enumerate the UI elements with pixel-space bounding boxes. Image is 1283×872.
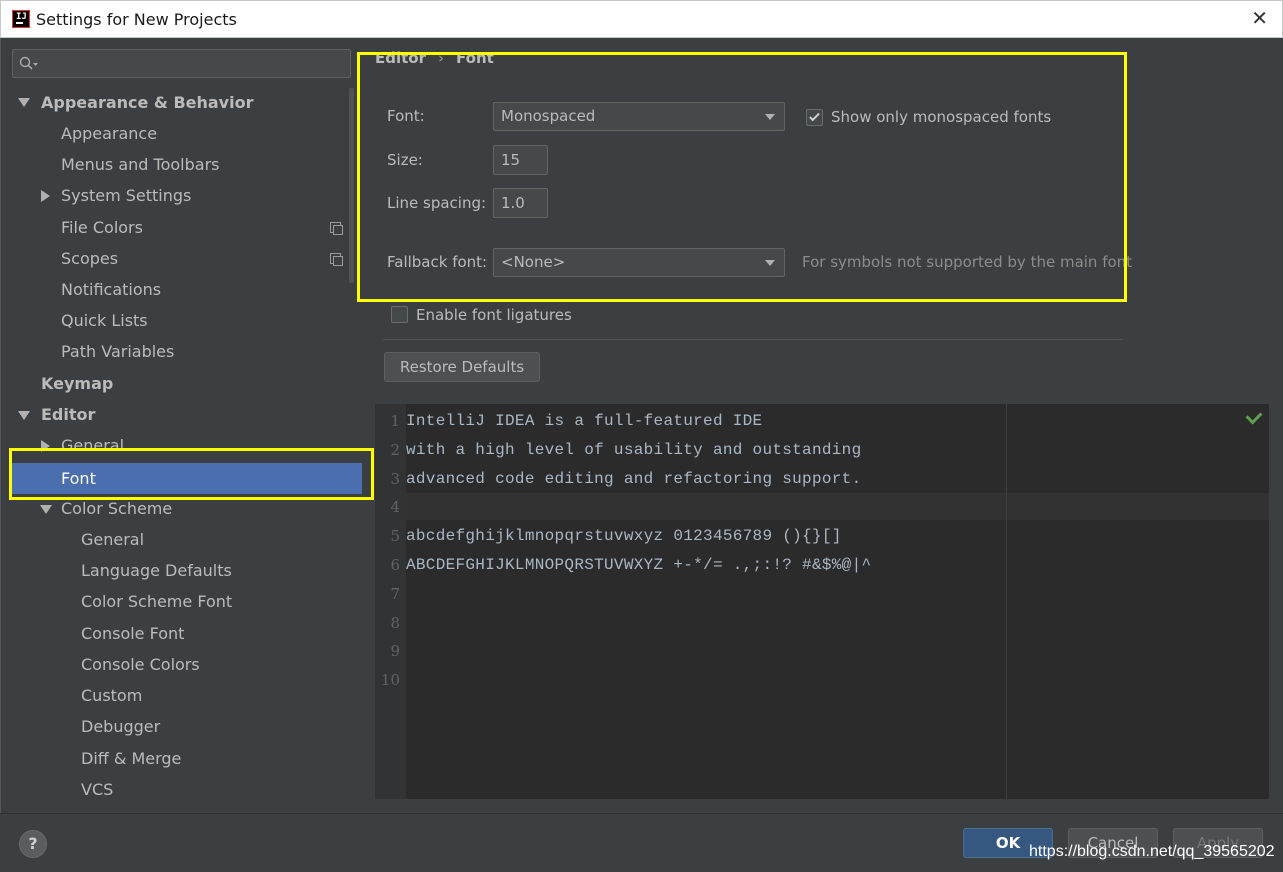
sidebar-item-appearance-behavior[interactable]: Appearance & Behavior [41,87,253,118]
preview-line: IntelliJ IDEA is a full-featured IDE [406,412,763,430]
sidebar-item-custom[interactable]: Custom [81,680,142,711]
line-number: 3 [390,470,400,488]
sidebar-item-console-font[interactable]: Console Font [81,618,184,649]
breadcrumb-separator: › [438,49,444,67]
title-bar: IJ Settings for New Projects ✕ [0,0,1283,38]
search-field[interactable] [12,49,351,78]
chevron-down-icon [765,260,775,266]
sidebar-item-quick-lists[interactable]: Quick Lists [61,305,148,336]
sidebar-item-general[interactable]: General [61,430,124,461]
sidebar-item-appearance[interactable]: Appearance [61,118,157,149]
fallback-font-combobox[interactable]: <None> [493,248,785,277]
ligatures-label[interactable]: Enable font ligatures [416,306,572,324]
sidebar-item-cs-general[interactable]: General [81,524,144,555]
preview-line: advanced code editing and refactoring su… [406,470,862,488]
mono-only-label[interactable]: Show only monospaced fonts [831,108,1051,126]
size-label: Size: [387,151,423,169]
sidebar-item-vcs[interactable]: VCS [81,774,113,805]
line-number: 2 [390,441,400,459]
intellij-logo-icon: IJ [10,8,32,30]
sidebar-item-font[interactable]: Font [12,463,362,494]
restore-defaults-button[interactable]: Restore Defaults [384,352,540,382]
divider [383,339,1123,340]
line-number: 4 [390,498,400,516]
sidebar-item-file-colors[interactable]: File Colors [61,212,143,243]
line-number: 5 [390,527,400,545]
sidebar-item-path-variables[interactable]: Path Variables [61,336,174,367]
collapsed-arrow-icon[interactable] [41,440,50,452]
sidebar-item-notifications[interactable]: Notifications [61,274,161,305]
sidebar-item-keymap[interactable]: Keymap [41,368,113,399]
sidebar-item-scopes[interactable]: Scopes [61,243,118,274]
expanded-arrow-icon[interactable] [40,505,52,514]
expanded-arrow-icon[interactable] [18,411,30,420]
window-title: Settings for New Projects [36,10,237,29]
line-number: 9 [390,642,400,660]
line-number: 10 [380,671,400,689]
line-number: 7 [390,585,400,603]
sidebar-item-editor[interactable]: Editor [41,399,95,430]
watermark: https://blog.csdn.net/qq_39565202 [1029,843,1275,860]
sidebar-scrollbar[interactable] [349,88,354,283]
close-icon[interactable]: ✕ [1251,8,1268,28]
line-spacing-label: Line spacing: [387,194,487,212]
size-field[interactable]: 15 [493,145,548,175]
expanded-arrow-icon[interactable] [18,98,30,107]
sidebar-item-debugger[interactable]: Debugger [81,711,160,742]
mono-only-checkbox[interactable] [806,109,823,126]
line-spacing-field[interactable]: 1.0 [493,188,548,218]
project-copy-icon [330,222,343,235]
sidebar-item-console-colors[interactable]: Console Colors [81,649,200,680]
sidebar-item-language-defaults[interactable]: Language Defaults [81,555,232,586]
right-margin-guide [1006,404,1007,799]
font-combobox-value: Monospaced [501,107,596,125]
sidebar-item-system-settings[interactable]: System Settings [61,180,191,211]
project-copy-icon [330,253,343,266]
breadcrumb: Editor › Font [375,49,494,67]
preview-line: with a high level of usability and outst… [406,441,862,459]
fallback-font-value: <None> [501,253,566,271]
font-combobox[interactable]: Monospaced [493,102,785,131]
breadcrumb-parent[interactable]: Editor [375,49,426,67]
preview-line: abcdefghijklmnopqrstuvwxyz 0123456789 ()… [406,527,842,545]
search-icon [19,56,38,70]
fallback-font-hint: For symbols not supported by the main fo… [802,253,1133,271]
no-problems-check-icon [1245,407,1263,425]
fallback-font-label: Fallback font: [387,253,488,271]
font-label: Font: [387,107,425,125]
font-preview-editor[interactable]: 1 IntelliJ IDEA is a full-featured IDE 2… [375,404,1269,799]
line-number: 1 [390,412,400,430]
chevron-down-icon [765,114,775,120]
help-icon[interactable]: ? [19,830,47,858]
ligatures-checkbox[interactable] [391,306,408,323]
line-number: 6 [390,556,400,574]
breadcrumb-current: Font [456,49,494,67]
sidebar-item-diff-merge[interactable]: Diff & Merge [81,743,181,774]
preview-line: ABCDEFGHIJKLMNOPQRSTUVWXYZ +-*/= .,;:!? … [406,556,872,574]
sidebar-item-color-scheme-font[interactable]: Color Scheme Font [81,586,232,617]
checkmark-icon [809,110,820,122]
line-number: 8 [390,614,400,632]
caret-row-highlight [406,493,1269,520]
sidebar-item-menus-toolbars[interactable]: Menus and Toolbars [61,149,220,180]
search-input[interactable] [43,53,343,75]
settings-sidebar: Appearance & Behavior Appearance Menus a… [0,38,362,813]
sidebar-item-color-scheme[interactable]: Color Scheme [61,493,172,524]
collapsed-arrow-icon[interactable] [41,190,50,202]
